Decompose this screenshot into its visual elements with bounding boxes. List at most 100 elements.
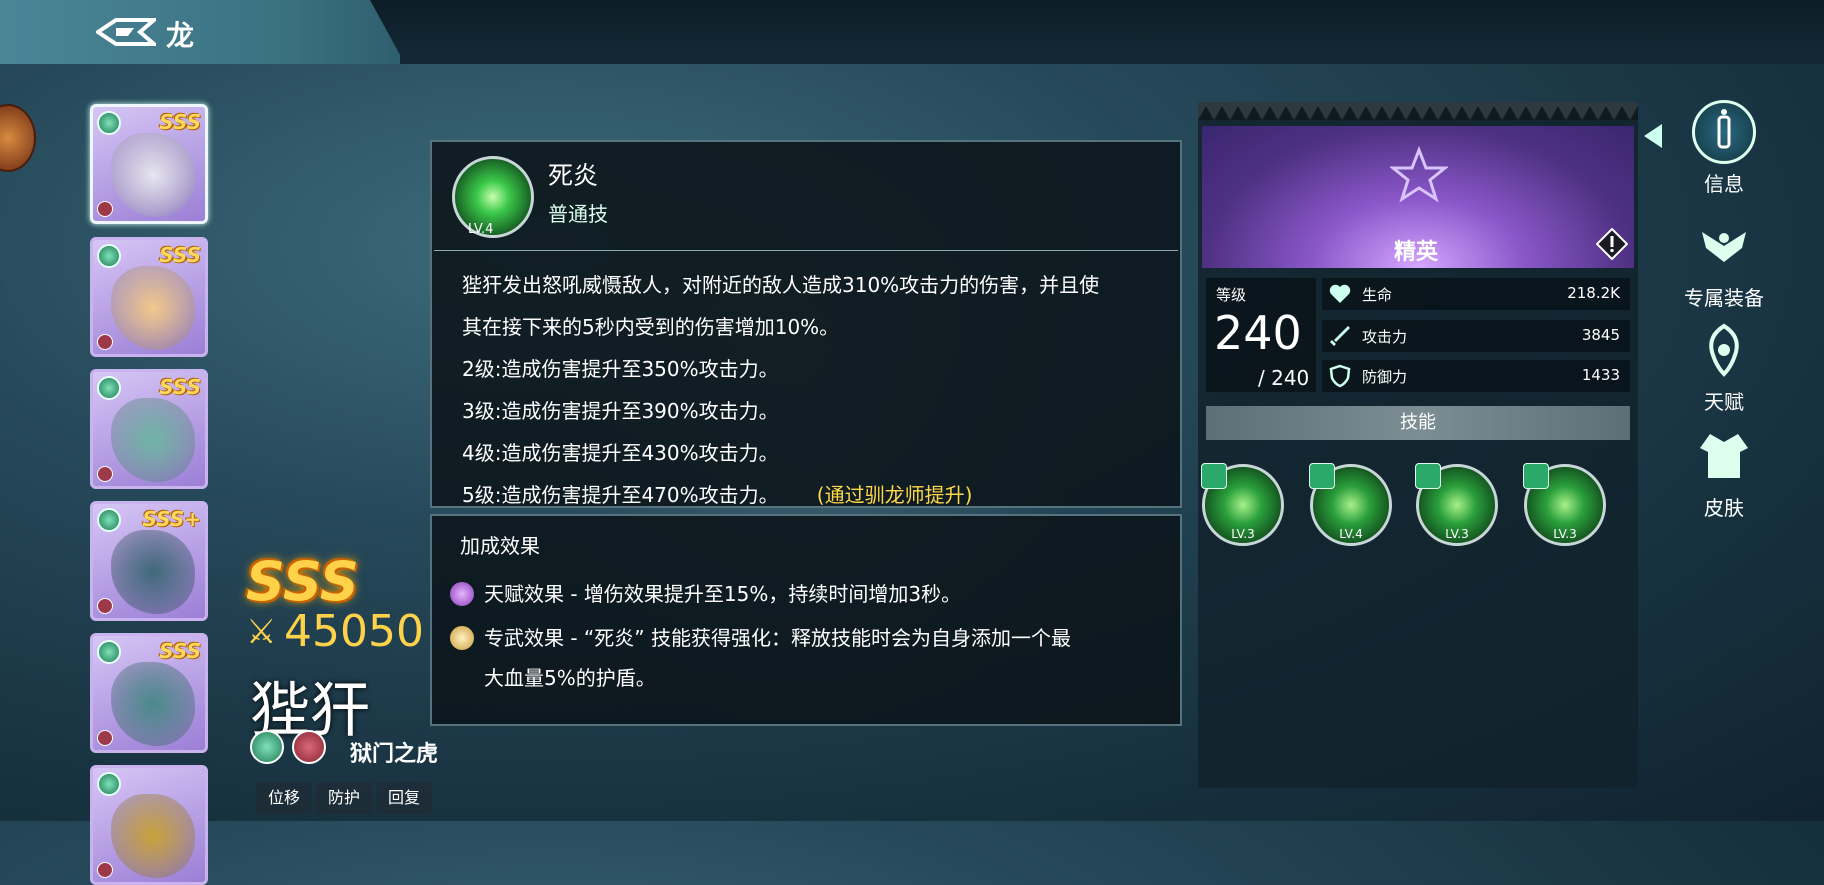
desc-line: 2级:造成伤害提升至350%攻击力。: [462, 357, 779, 381]
skill-slot-level: LV.4: [1339, 527, 1363, 541]
role-icon: [97, 730, 113, 746]
element-icon: [97, 111, 121, 135]
skill-badge-icon: [1309, 463, 1335, 489]
desc-line: 4级:造成伤害提升至430%攻击力。: [462, 441, 779, 465]
nav-info[interactable]: 信息: [1664, 100, 1784, 197]
element-icon: [97, 640, 121, 664]
bonus-effect-panel: 加成效果 天赋效果 - 增伤效果提升至15%，持续时间增加3秒。 专武效果 - …: [430, 514, 1182, 726]
hero-card-grade: SSS: [159, 375, 201, 399]
hero-card[interactable]: SSS+: [90, 501, 208, 621]
divider: [434, 250, 1178, 251]
class-axe-icon: [292, 730, 326, 764]
level-label: 等级: [1216, 286, 1247, 304]
hero-card-grade: SSS: [159, 639, 201, 663]
stat-defense: 防御力 1433: [1322, 360, 1630, 392]
stat-attack: 攻击力 3845: [1322, 320, 1630, 352]
nav-label: 信息: [1704, 172, 1744, 196]
element-icon: [97, 244, 121, 268]
skill-slot[interactable]: LV.3: [1523, 463, 1606, 546]
exclamation-icon[interactable]: [1596, 228, 1628, 260]
skill-slot-level: LV.3: [1553, 527, 1577, 541]
skill-slot-level: LV.3: [1231, 527, 1255, 541]
skill-level: LV.4: [468, 222, 494, 237]
stat-value: 3845: [1581, 326, 1620, 344]
hero-card-grade: SSS: [159, 110, 201, 134]
skill-slot[interactable]: LV.3: [1201, 463, 1284, 546]
hero-portrait: [111, 266, 195, 350]
stat-label: 攻击力: [1362, 328, 1408, 346]
selected-arrow-icon: [1644, 124, 1662, 148]
info-icon: [1692, 100, 1756, 164]
heart-icon: [1329, 284, 1351, 303]
nav-exclusive-gear[interactable]: 专属装备: [1664, 218, 1784, 311]
skill-badge-icon: [1415, 463, 1441, 489]
tag-protection: 防护: [316, 782, 373, 814]
side-avatar[interactable]: [0, 104, 36, 172]
rank-label: 精英: [1394, 240, 1439, 265]
hero-card[interactable]: SSS: [90, 633, 208, 753]
combat-power: 45050: [284, 606, 424, 657]
exclusive-gear-icon: [1702, 232, 1746, 262]
nav-label: 皮肤: [1704, 496, 1744, 520]
hero-grade: SSS: [246, 550, 359, 613]
hero-card[interactable]: SSS: [90, 104, 208, 224]
role-icon: [97, 466, 113, 482]
hero-card[interactable]: SSS: [90, 237, 208, 357]
level-value: 240: [1214, 306, 1302, 360]
desc-line: 3级:造成伤害提升至390%攻击力。: [462, 399, 779, 423]
role-icon: [97, 598, 113, 614]
nav-label: 天赋: [1704, 390, 1744, 414]
hero-portrait: [111, 662, 195, 746]
stat-label: 生命: [1362, 286, 1393, 304]
desc-line: 狴犴发出怒吼威慑敌人，对附近的敌人造成310%攻击力的伤害，并且使: [462, 273, 1100, 297]
hero-card[interactable]: SSS: [90, 369, 208, 489]
element-icon: [97, 376, 121, 400]
hero-card-grade: SSS+: [142, 507, 201, 531]
talent-icon: [1709, 323, 1739, 377]
tag-displacement: 位移: [256, 782, 313, 814]
exclusive-line: 大血量5%的护盾。: [484, 666, 656, 690]
role-icon: [97, 201, 113, 217]
stat-value: 218.2K: [1567, 284, 1620, 302]
hero-portrait: [111, 530, 195, 614]
level-max: / 240: [1258, 366, 1310, 390]
nav-talent[interactable]: 天赋: [1664, 322, 1784, 415]
stat-label: 防御力: [1362, 368, 1408, 386]
shield-icon: [1329, 364, 1351, 388]
talent-icon: [450, 582, 474, 606]
hero-card-grade: SSS: [159, 243, 201, 267]
skill-detail-panel[interactable]: LV.4 死炎 普通技 狴犴发出怒吼威慑敌人，对附近的敌人造成310%攻击力的伤…: [430, 140, 1182, 508]
element-icon: [250, 730, 284, 764]
exclusive-line: 专武效果 - “死炎” 技能获得强化：释放技能时会为自身添加一个最: [484, 626, 1072, 650]
sword-icon: [1330, 326, 1350, 346]
dragon-emblem-icon: [96, 18, 156, 46]
hero-title: 狱门之虎: [350, 742, 439, 767]
exclusive-effect: 专武效果 - “死炎” 技能获得强化：释放技能时会为自身添加一个最 大血量5%的…: [484, 618, 1174, 698]
skill-slot[interactable]: LV.3: [1415, 463, 1498, 546]
talent-effect: 天赋效果 - 增伤效果提升至15%，持续时间增加3秒。: [484, 582, 962, 606]
skill-slot[interactable]: LV.4: [1309, 463, 1392, 546]
hero-portrait: [111, 398, 195, 482]
skill-description[interactable]: 狴犴发出怒吼威慑敌人，对附近的敌人造成310%攻击力的伤害，并且使 其在接下来的…: [462, 264, 1162, 507]
hero-portrait: [111, 794, 195, 878]
exclusive-gear-icon: [450, 626, 474, 650]
role-icon: [97, 334, 113, 350]
skin-icon: [1700, 434, 1748, 478]
skill-name: 死炎: [548, 161, 599, 190]
role-icon: [97, 862, 113, 878]
crossed-swords-icon: ⚔: [246, 612, 277, 652]
skill-badge-icon: [1523, 463, 1549, 489]
tag-recovery: 回复: [376, 782, 433, 814]
nav-skin[interactable]: 皮肤: [1664, 428, 1784, 521]
bonus-title: 加成效果: [460, 534, 540, 558]
element-icon: [97, 772, 121, 796]
hero-card[interactable]: [90, 765, 208, 885]
stat-value: 1433: [1581, 366, 1620, 384]
skills-header: 技能: [1206, 406, 1630, 440]
zigzag-border: [1198, 102, 1638, 120]
desc-line: 5级:造成伤害提升至470%攻击力。 (通过驯龙师提升): [462, 474, 1162, 507]
skill-badge-icon: [1201, 463, 1227, 489]
nav-label: 专属装备: [1684, 286, 1764, 310]
lv5-hint: (通过驯龙师提升): [816, 483, 973, 507]
skill-slot-level: LV.3: [1445, 527, 1469, 541]
